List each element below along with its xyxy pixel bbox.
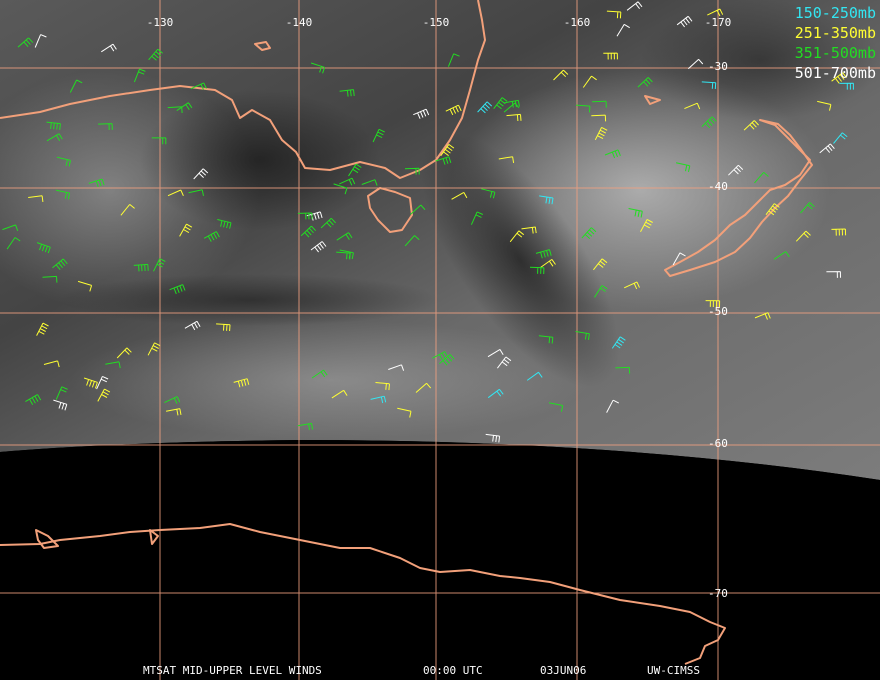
latitude-label-30: -30 <box>708 60 728 73</box>
latitude-label-50: -50 <box>708 305 728 318</box>
legend-251-350mb: 251-350mb <box>795 24 876 42</box>
longitude-label-150: -150 <box>423 16 450 29</box>
legend-351-500mb: 351-500mb <box>795 44 876 62</box>
latitude-label-70: -70 <box>708 587 728 600</box>
legend-501-700mb: 501-700mb <box>795 64 876 82</box>
footer-date: 03JUN06 <box>540 664 587 677</box>
footer-time: 00:00 UTC <box>423 664 483 677</box>
longitude-label-140: -140 <box>286 16 313 29</box>
latitude-label-40: -40 <box>708 180 728 193</box>
legend-150-250mb: 150-250mb <box>795 4 876 22</box>
footer-credit: UW-CIMSS <box>647 664 700 677</box>
longitude-label-130: -130 <box>147 16 174 29</box>
map-canvas: -130 -140 -150 -160 -170 -30 -40 -50 -60… <box>0 0 880 680</box>
longitude-label-170: -170 <box>705 16 732 29</box>
latitude-label-60: -60 <box>708 437 728 450</box>
satellite-wind-map: -130 -140 -150 -160 -170 -30 -40 -50 -60… <box>0 0 880 680</box>
footer-product: MTSAT MID-UPPER LEVEL WINDS <box>143 664 322 677</box>
space-region <box>0 440 880 680</box>
longitude-label-160: -160 <box>564 16 591 29</box>
footer-caption: MTSAT MID-UPPER LEVEL WINDS 00:00 UTC 03… <box>0 664 880 680</box>
